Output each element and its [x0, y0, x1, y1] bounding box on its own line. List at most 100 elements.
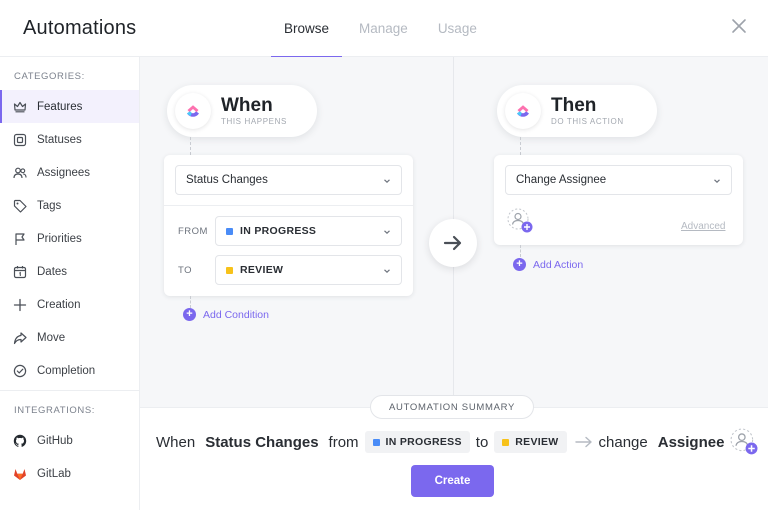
sidebar-item-label: Assignees: [37, 166, 91, 179]
sidebar-item-assignees[interactable]: Assignees: [0, 156, 139, 189]
category-list: Features Statuses Assignees Tags Priorit…: [0, 90, 139, 387]
connector-line: [190, 137, 191, 155]
then-subtitle: DO THIS ACTION: [551, 117, 624, 126]
clickup-logo-icon: [505, 93, 541, 129]
plus-circle-icon: +: [183, 308, 196, 321]
trigger-value: Status Changes: [186, 174, 268, 186]
tab-bar: Browse Manage Usage: [271, 0, 494, 58]
sidebar-item-statuses[interactable]: Statuses: [0, 123, 139, 156]
from-status-value: IN PROGRESS: [240, 225, 317, 237]
summary-from-chip: IN PROGRESS: [364, 431, 470, 453]
status-color-swatch: [372, 438, 380, 446]
plus-circle-icon: +: [513, 258, 526, 271]
chevron-down-icon: [384, 179, 390, 184]
status-color-swatch: [502, 438, 510, 446]
automations-modal: Automations Browse Manage Usage CATEGORI…: [0, 0, 768, 510]
to-status-value: REVIEW: [240, 264, 284, 276]
create-button[interactable]: Create: [411, 465, 494, 497]
sidebar-item-move[interactable]: Move: [0, 321, 139, 354]
when-subtitle: THIS HAPPENS: [221, 117, 287, 126]
sidebar-item-label: Tags: [37, 199, 62, 212]
calendar-icon: [13, 265, 27, 278]
sidebar-item-completion[interactable]: Completion: [0, 354, 139, 387]
automation-summary: AUTOMATION SUMMARY When Status Changes f…: [140, 395, 768, 510]
sidebar-item-label: GitHub: [37, 434, 73, 447]
summary-sentence: When Status Changes from IN PROGRESS to …: [156, 428, 758, 455]
sidebar-item-label: Priorities: [37, 232, 82, 245]
sidebar-item-creation[interactable]: Creation: [0, 288, 139, 321]
add-condition-label: Add Condition: [203, 308, 269, 321]
clickup-logo-icon: [175, 93, 211, 129]
summary-from-word: from: [328, 433, 359, 451]
sidebar-item-label: Completion: [37, 364, 96, 377]
integration-list: GitHub GitLab: [0, 424, 139, 490]
sidebar-item-label: Creation: [37, 298, 81, 311]
summary-target: Assignee: [657, 433, 725, 451]
action-value: Change Assignee: [516, 174, 607, 186]
arrow-right-icon: [574, 436, 592, 448]
close-icon[interactable]: [730, 17, 748, 35]
summary-badge: AUTOMATION SUMMARY: [370, 395, 535, 419]
tab-usage[interactable]: Usage: [425, 0, 490, 57]
sidebar-item-label: Features: [37, 100, 83, 113]
sidebar-item-tags[interactable]: Tags: [0, 189, 139, 222]
sidebar-item-github[interactable]: GitHub: [0, 424, 139, 457]
sidebar-item-label: Statuses: [37, 133, 82, 146]
gitlab-icon: [14, 468, 26, 480]
add-action-button[interactable]: + Add Action: [513, 258, 583, 271]
users-icon: [13, 167, 27, 178]
github-icon: [13, 434, 27, 447]
modal-header: Automations Browse Manage Usage: [0, 0, 768, 58]
when-title: When: [221, 95, 273, 116]
summary-from-value: IN PROGRESS: [385, 436, 462, 448]
share-arrow-icon: [13, 331, 27, 344]
summary-to-value: REVIEW: [515, 436, 559, 448]
assignee-avatar-icon: [730, 428, 758, 455]
connector-line: [520, 137, 521, 155]
to-status-select[interactable]: REVIEW: [215, 255, 402, 285]
status-square-icon: [13, 133, 27, 146]
sidebar-item-label: GitLab: [37, 467, 71, 480]
action-select[interactable]: Change Assignee: [505, 165, 732, 195]
integrations-heading: INTEGRATIONS:: [14, 405, 95, 416]
trigger-select[interactable]: Status Changes: [175, 165, 402, 195]
sidebar-divider: [0, 390, 139, 391]
when-header: When THIS HAPPENS: [167, 85, 317, 137]
categories-heading: CATEGORIES:: [14, 71, 85, 82]
chevron-down-icon: [384, 230, 390, 235]
connector-line: [190, 296, 191, 308]
sidebar-item-gitlab[interactable]: GitLab: [0, 457, 139, 490]
flow-arrow: [429, 219, 477, 267]
sidebar-item-priorities[interactable]: Priorities: [0, 222, 139, 255]
card-separator: [164, 205, 413, 206]
sidebar-item-features[interactable]: Features: [0, 90, 139, 123]
from-label: FROM: [178, 226, 208, 237]
summary-to-chip: REVIEW: [494, 431, 567, 453]
add-action-label: Add Action: [533, 258, 584, 271]
plus-icon: [13, 298, 27, 311]
crown-icon: [13, 101, 27, 112]
tag-icon: [13, 199, 27, 213]
status-color-swatch: [226, 227, 233, 235]
tab-manage[interactable]: Manage: [346, 0, 421, 57]
connector-line: [520, 245, 521, 257]
when-card: Status Changes FROM IN PROGRESS TO REVIE…: [164, 155, 413, 296]
then-title: Then: [551, 95, 597, 116]
check-circle-icon: [13, 364, 27, 377]
advanced-link[interactable]: Advanced: [681, 221, 725, 232]
to-label: TO: [178, 265, 193, 276]
summary-trigger: Status Changes: [205, 433, 319, 451]
arrow-right-icon: [443, 235, 462, 251]
from-status-select[interactable]: IN PROGRESS: [215, 216, 402, 246]
sidebar-item-dates[interactable]: Dates: [0, 255, 139, 288]
chevron-down-icon: [384, 269, 390, 274]
add-condition-button[interactable]: + Add Condition: [183, 308, 269, 321]
then-card: Change Assignee Advanced: [494, 155, 743, 245]
add-assignee-icon[interactable]: [507, 208, 533, 234]
tab-browse[interactable]: Browse: [271, 0, 343, 58]
modal-title: Automations: [23, 17, 137, 39]
sidebar-item-label: Move: [37, 331, 66, 344]
flag-icon: [15, 232, 25, 245]
category-sidebar: CATEGORIES: Features Statuses Assignees …: [0, 57, 140, 510]
sidebar-item-label: Dates: [37, 265, 68, 278]
